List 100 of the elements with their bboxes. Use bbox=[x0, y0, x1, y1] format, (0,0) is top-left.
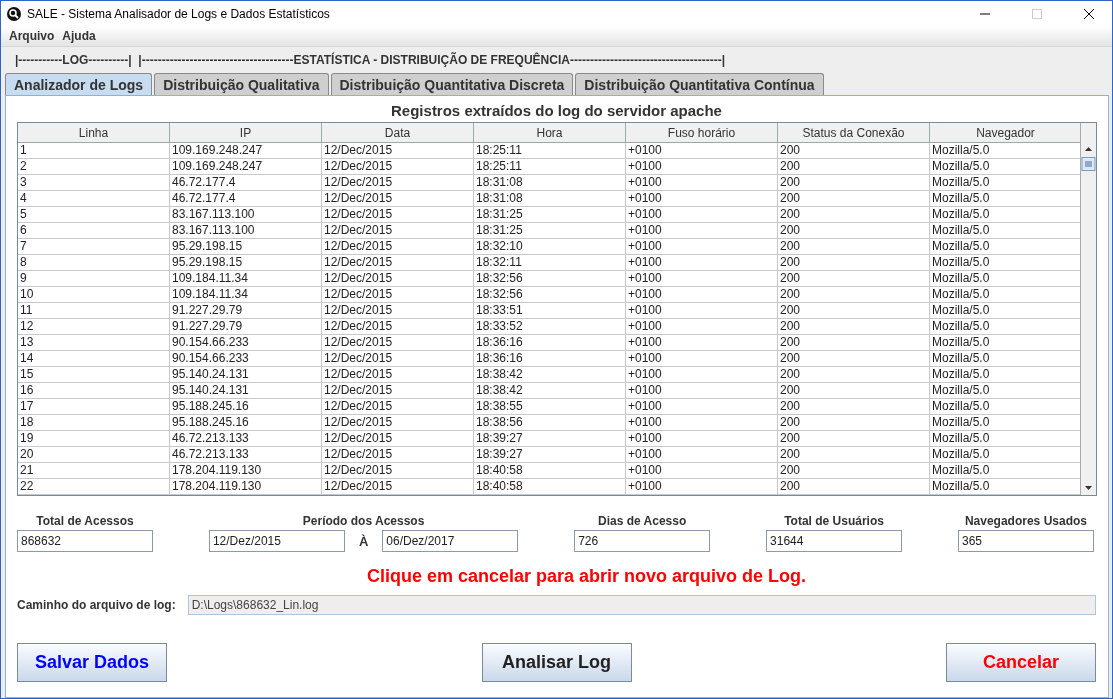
table-cell: +0100 bbox=[626, 415, 778, 431]
table-cell: +0100 bbox=[626, 191, 778, 207]
table-cell: 12/Dec/2015 bbox=[322, 463, 474, 479]
table-cell: 12/Dec/2015 bbox=[322, 175, 474, 191]
table-cell: 2 bbox=[18, 159, 170, 175]
warning-message: Clique em cancelar para abrir novo arquivo de Log. bbox=[365, 566, 808, 587]
table-cell: 12/Dec/2015 bbox=[322, 431, 474, 447]
table-cell: 200 bbox=[778, 399, 930, 415]
magnifier-logo-icon bbox=[7, 6, 21, 21]
table-cell: +0100 bbox=[626, 223, 778, 239]
table-cell: 178.204.119.130 bbox=[170, 479, 322, 495]
table-cell: 18:32:11 bbox=[474, 255, 626, 271]
table-cell: 91.227.29.79 bbox=[170, 319, 322, 335]
column-header[interactable]: Hora bbox=[474, 123, 626, 143]
table-cell: +0100 bbox=[626, 367, 778, 383]
stat-label: Navegadores Usados bbox=[964, 514, 1087, 528]
table-cell: 18 bbox=[18, 415, 170, 431]
path-label: Caminho do arquivo de log: bbox=[17, 598, 176, 612]
table-cell: 12/Dec/2015 bbox=[322, 319, 474, 335]
table-cell: 12/Dec/2015 bbox=[322, 383, 474, 399]
input-field[interactable]: 12/Dez/2015 bbox=[208, 530, 345, 552]
path-field[interactable]: D:\Logs\868632_Lin.log bbox=[187, 595, 1096, 615]
table-cell: 109.184.11.34 bbox=[170, 271, 322, 287]
table-cell: 7 bbox=[18, 239, 170, 255]
table-cell: 12/Dec/2015 bbox=[322, 367, 474, 383]
table-cell: 95.29.198.15 bbox=[170, 239, 322, 255]
table-cell: 90.154.66.233 bbox=[170, 335, 322, 351]
table-cell: +0100 bbox=[626, 287, 778, 303]
table-cell: 18:39:27 bbox=[474, 447, 626, 463]
table-cell: 46.72.213.133 bbox=[170, 447, 322, 463]
table-cell: 12/Dec/2015 bbox=[322, 143, 474, 159]
table-cell: +0100 bbox=[626, 319, 778, 335]
input-field[interactable]: 868632 bbox=[17, 530, 153, 552]
table-cell: 200 bbox=[778, 207, 930, 223]
column-header[interactable]: Linha bbox=[18, 123, 170, 143]
column-header[interactable]: Fuso horário bbox=[626, 123, 778, 143]
table-cell: 200 bbox=[778, 431, 930, 447]
table-cell: 95.140.24.131 bbox=[170, 367, 322, 383]
menu-item[interactable]: Arquivo bbox=[5, 29, 59, 43]
table-cell: 109.184.11.34 bbox=[170, 287, 322, 303]
table-cell: +0100 bbox=[626, 143, 778, 159]
table-title: Registros extraídos do log do servidor apache bbox=[390, 102, 723, 121]
tab[interactable]: Distribuição Qualitativa bbox=[154, 73, 329, 95]
scroll-thumb[interactable] bbox=[1081, 157, 1096, 171]
table-cell: 18:36:16 bbox=[474, 335, 626, 351]
table-cell: 95.140.24.131 bbox=[170, 383, 322, 399]
stat-label: Período dos Acessos bbox=[302, 514, 425, 528]
table-cell: 18:31:08 bbox=[474, 175, 626, 191]
table-cell: +0100 bbox=[626, 335, 778, 351]
column-header[interactable]: Navegador bbox=[930, 123, 1082, 143]
table-cell: 200 bbox=[778, 239, 930, 255]
table-cell: 200 bbox=[778, 463, 930, 479]
table-cell: 12/Dec/2015 bbox=[322, 191, 474, 207]
table-cell: 4 bbox=[18, 191, 170, 207]
table-cell: 11 bbox=[18, 303, 170, 319]
tab[interactable]: Analizador de Logs bbox=[5, 73, 153, 95]
table-cell: 46.72.213.133 bbox=[170, 431, 322, 447]
table-cell: 109.169.248.247 bbox=[170, 143, 322, 159]
input-field[interactable]: 06/Dez/2017 bbox=[382, 530, 519, 552]
tab[interactable]: Distribuição Quantitativa Discreta bbox=[330, 73, 574, 95]
table-cell: 3 bbox=[18, 175, 170, 191]
table-cell: 12 bbox=[18, 319, 170, 335]
table-cell: 18:32:10 bbox=[474, 239, 626, 255]
table-cell: 200 bbox=[778, 479, 930, 495]
table-cell: 15 bbox=[18, 367, 170, 383]
save-button[interactable]: Salvar Dados bbox=[17, 643, 167, 682]
input-field[interactable]: 365 bbox=[957, 530, 1094, 552]
input-field[interactable]: 726 bbox=[574, 530, 711, 552]
column-header[interactable]: IP bbox=[170, 123, 322, 143]
table-cell: 6 bbox=[18, 223, 170, 239]
tab[interactable]: Distribuição Quantitativa Contínua bbox=[575, 73, 824, 95]
table-cell: +0100 bbox=[626, 159, 778, 175]
column-header[interactable]: Status da Conexão bbox=[778, 123, 930, 143]
table-cell: 95.29.198.15 bbox=[170, 255, 322, 271]
table-cell: 18:40:58 bbox=[474, 463, 626, 479]
table-cell: 20 bbox=[18, 447, 170, 463]
table-cell: 12/Dec/2015 bbox=[322, 335, 474, 351]
table-cell: +0100 bbox=[626, 447, 778, 463]
table-cell: 18:39:27 bbox=[474, 431, 626, 447]
table-cell: +0100 bbox=[626, 463, 778, 479]
table-cell: 200 bbox=[778, 383, 930, 399]
close-icon bbox=[1084, 8, 1094, 19]
table-cell: 8 bbox=[18, 255, 170, 271]
table-cell: 200 bbox=[778, 415, 930, 431]
table-cell: +0100 bbox=[626, 383, 778, 399]
table-cell: 200 bbox=[778, 223, 930, 239]
input-field[interactable]: 31644 bbox=[766, 530, 903, 552]
table-cell: +0100 bbox=[626, 271, 778, 287]
table-cell: 12/Dec/2015 bbox=[322, 447, 474, 463]
table-cell: 109.169.248.247 bbox=[170, 159, 322, 175]
table-cell: 12/Dec/2015 bbox=[322, 239, 474, 255]
table-cell: 22 bbox=[18, 479, 170, 495]
analyze-button[interactable]: Analisar Log bbox=[481, 643, 632, 682]
table-cell: +0100 bbox=[626, 351, 778, 367]
menu-item[interactable]: Ajuda bbox=[58, 29, 100, 43]
table-cell: +0100 bbox=[626, 207, 778, 223]
table-cell: 200 bbox=[778, 335, 930, 351]
table-cell: 200 bbox=[778, 351, 930, 367]
column-header[interactable]: Data bbox=[322, 123, 474, 143]
table-cell: 16 bbox=[18, 383, 170, 399]
